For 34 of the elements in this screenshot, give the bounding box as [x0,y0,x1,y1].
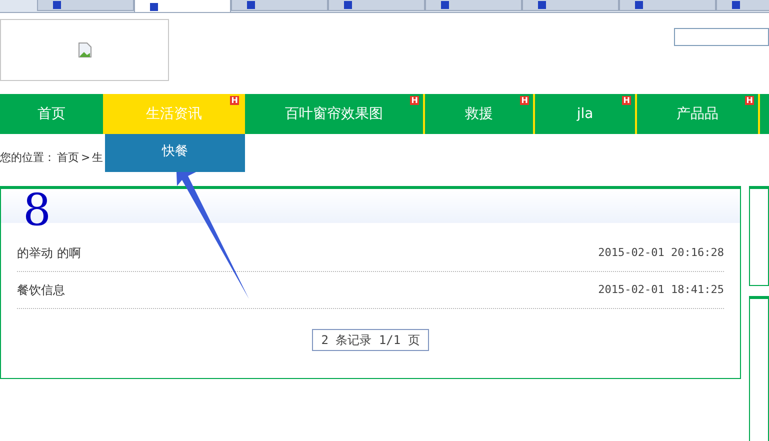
article-link[interactable]: 餐饮信息 [17,281,65,299]
pager: 2 条记录 1/1 页 [312,329,429,351]
broken-image-icon [76,42,92,58]
hot-badge: H [230,96,239,105]
breadcrumb-link[interactable]: 生 [92,150,104,166]
article-date: 2015-02-01 20:16:28 [598,244,724,261]
breadcrumb-label: 您的位置： [0,150,55,166]
page-icon [149,2,159,10]
page-icon [731,1,741,9]
page-icon [246,1,256,9]
nav-item[interactable]: 生活资讯 H [105,94,245,134]
article-date: 2015-02-01 18:41:25 [598,282,724,298]
hot-badge: H [745,96,754,105]
hot-badge: H [622,96,631,105]
browser-tab[interactable] [231,0,328,11]
browser-tab[interactable] [522,0,619,11]
breadcrumb-link[interactable]: 首页 [57,150,79,166]
page-icon [634,1,644,9]
browser-tab[interactable] [619,0,716,11]
page-icon [537,1,547,9]
browser-tab[interactable] [134,0,231,12]
search-field[interactable] [674,28,769,46]
page-icon [343,1,353,9]
article-link[interactable]: 的举动 的啊 [17,244,81,262]
breadcrumb-separator: > [81,150,90,166]
browser-tab[interactable] [425,0,522,11]
hot-badge: H [520,96,529,105]
dropdown-item[interactable]: 快餐 [105,134,245,172]
page-icon [52,1,62,9]
title-mark: 8 [23,189,51,233]
hot-badge: H [410,96,419,105]
page-icon [440,1,450,9]
browser-tab[interactable] [328,0,425,11]
browser-tab[interactable] [37,0,134,11]
